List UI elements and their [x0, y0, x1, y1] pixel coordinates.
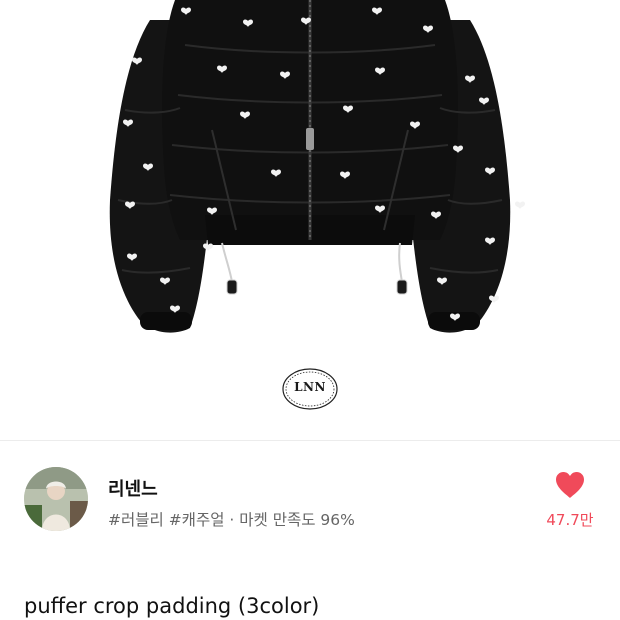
heart-icon — [556, 472, 584, 498]
product-title: puffer crop padding (3color) — [24, 594, 320, 618]
brand-logo-text: LNN — [294, 380, 326, 394]
like-button[interactable]: 47.7만 — [532, 469, 608, 535]
seller-tags: #러블리 #캐주얼 · 마켓 만족도 96% — [108, 511, 355, 529]
seller-info[interactable]: 리넨느 #러블리 #캐주얼 · 마켓 만족도 96% 47.7만 — [0, 441, 620, 561]
product-detail-page: LNN 리넨느 #러블리 #캐주얼 · 마켓 만족도 96% 47.7만 puf… — [0, 0, 620, 620]
like-count: 47.7만 — [546, 511, 594, 529]
seller-avatar[interactable] — [24, 467, 88, 531]
brand-logo: LNN — [280, 366, 340, 412]
product-image[interactable]: LNN — [0, 0, 620, 440]
seller-name[interactable]: 리넨느 — [108, 475, 158, 501]
seller-avatar-image — [24, 467, 88, 531]
